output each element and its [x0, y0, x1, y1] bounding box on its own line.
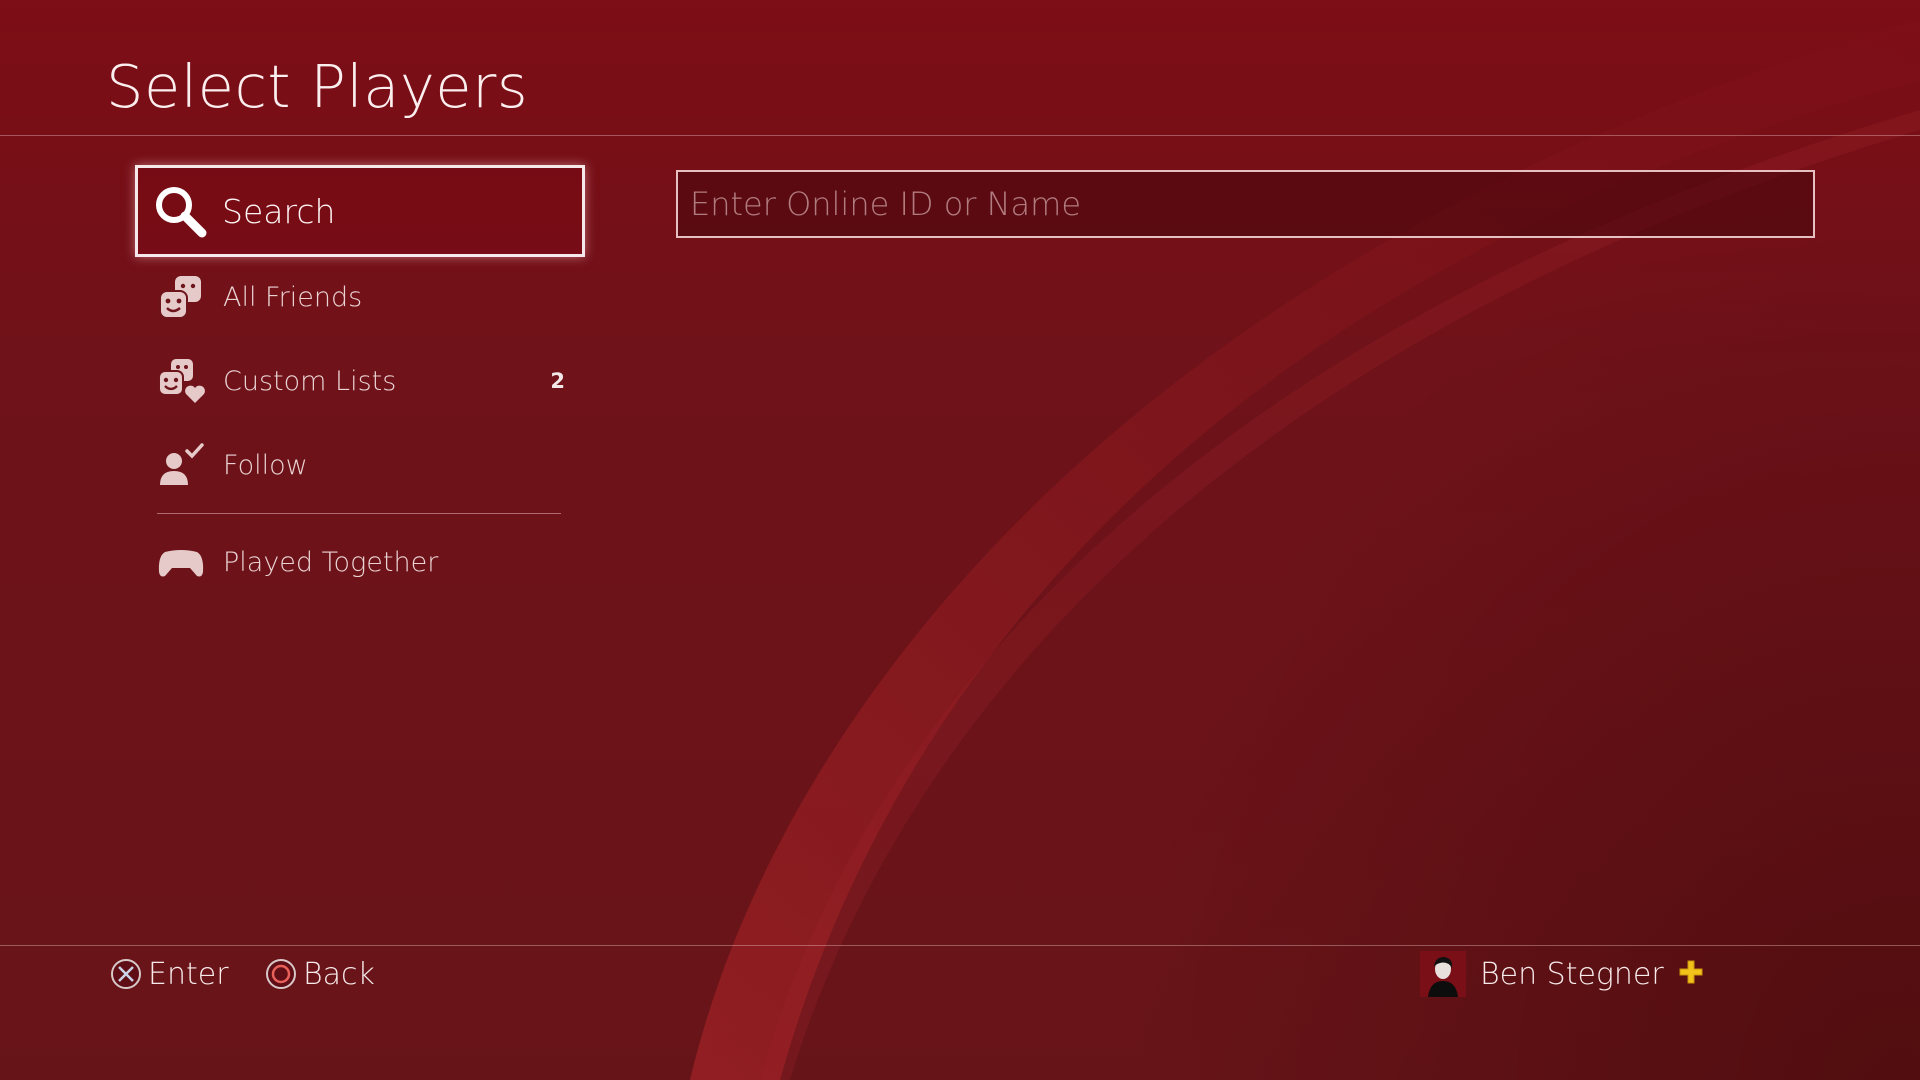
sidebar-item-played-together[interactable]: Played Together: [135, 520, 585, 604]
footer-divider: [0, 945, 1920, 946]
search-input[interactable]: [688, 171, 1813, 237]
controller-icon: [157, 538, 205, 586]
sidebar-item-search[interactable]: Search: [135, 165, 585, 257]
page-title: Select Players: [106, 52, 529, 121]
back-label: Back: [303, 956, 375, 992]
enter-label: Enter: [148, 956, 229, 992]
sidebar-item-label: Custom Lists: [223, 365, 397, 397]
follow-icon: [157, 441, 205, 489]
sidebar-item-label: All Friends: [223, 281, 363, 313]
back-button[interactable]: Back: [265, 952, 375, 996]
sidebar-item-all-friends[interactable]: All Friends: [135, 255, 585, 339]
circle-button-icon: [265, 958, 297, 990]
header-divider: [0, 135, 1920, 136]
enter-button[interactable]: Enter: [110, 952, 229, 996]
sidebar-item-follow[interactable]: Follow: [135, 423, 585, 507]
list-count-badge: 2: [550, 369, 565, 393]
playstation-plus-icon: [1678, 959, 1704, 989]
sidebar: Search All Friends Custom Lists 2 Follow…: [135, 165, 585, 604]
custom-lists-icon: [157, 357, 205, 405]
sidebar-item-custom-lists[interactable]: Custom Lists 2: [135, 339, 585, 423]
sidebar-divider: [157, 513, 561, 514]
friends-icon: [157, 273, 205, 321]
sidebar-item-label: Search: [222, 191, 336, 231]
user-name: Ben Stegner: [1480, 956, 1664, 992]
search-field[interactable]: [676, 170, 1815, 238]
sidebar-item-label: Played Together: [223, 546, 439, 578]
sidebar-item-label: Follow: [223, 449, 308, 481]
avatar: [1420, 951, 1466, 997]
cross-button-icon: [110, 958, 142, 990]
user-profile: Ben Stegner: [1420, 948, 1704, 1000]
search-icon: [150, 181, 210, 241]
